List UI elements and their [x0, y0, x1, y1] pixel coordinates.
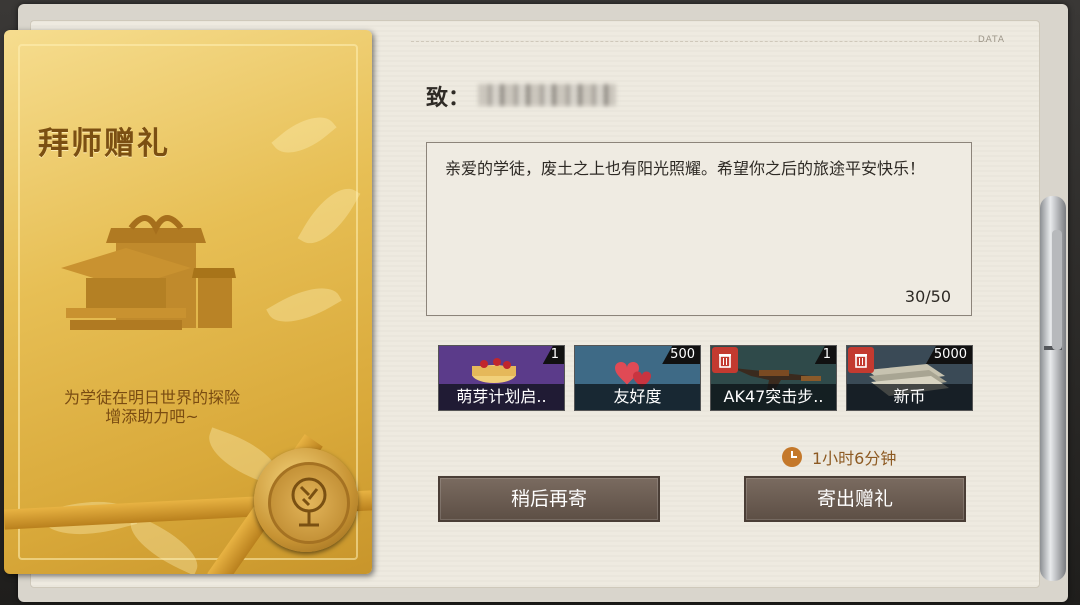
gift-item-2[interactable]: 1 AK47突击步.. [710, 345, 837, 411]
gift-graduation-icon [61, 215, 236, 330]
recipient-label: 致： [426, 86, 471, 111]
message-text: 亲爱的学徒，废土之上也有阳光照耀。希望你之后的旅途平安快乐！ [445, 159, 926, 178]
header-divider [411, 41, 987, 42]
gift-name: 友好度 [575, 384, 700, 410]
clock-icon [782, 447, 802, 467]
send-gift-button[interactable]: 寄出赠礼 [744, 476, 966, 522]
pen-clip [1052, 230, 1062, 350]
trash-icon[interactable] [848, 347, 874, 373]
message-textarea[interactable]: 亲爱的学徒，废土之上也有阳光照耀。希望你之后的旅途平安快乐！ 30/50 [426, 142, 972, 316]
seal-inner [268, 462, 350, 544]
envelope-desc-line1: 为学徒在明日世界的探险 [63, 388, 240, 407]
wax-seal [254, 448, 358, 552]
send-later-button[interactable]: 稍后再寄 [438, 476, 660, 522]
trash-icon[interactable] [712, 347, 738, 373]
gift-item-3[interactable]: 5000 新币 [846, 345, 973, 411]
gift-item-1[interactable]: 500 友好度 [574, 345, 701, 411]
envelope-description: 为学徒在明日世界的探险 增添助力吧~ [24, 388, 280, 426]
char-counter: 30/50 [904, 287, 951, 306]
tree-icon [291, 477, 327, 527]
recipient-name-blurred [478, 84, 616, 106]
gift-name: AK47突击步.. [711, 384, 836, 410]
timer-text: 1小时6分钟 [812, 449, 897, 468]
gift-envelope: 拜师赠礼 为学徒在明日世界的探险 增添助力吧~ [4, 30, 372, 574]
data-tag: DATA [977, 35, 1005, 45]
gift-item-0[interactable]: 1 萌芽计划启.. [438, 345, 565, 411]
gift-name: 萌芽计划启.. [439, 384, 564, 410]
send-timer: 1小时6分钟 [782, 445, 896, 469]
gift-name: 新币 [847, 384, 972, 410]
envelope-desc-line2: 增添助力吧~ [105, 407, 199, 426]
gift-list: 1 萌芽计划启.. 500 友好度 1 AK47突击步.. 5000 新币 [438, 345, 973, 411]
envelope-title: 拜师赠礼 [38, 126, 170, 162]
